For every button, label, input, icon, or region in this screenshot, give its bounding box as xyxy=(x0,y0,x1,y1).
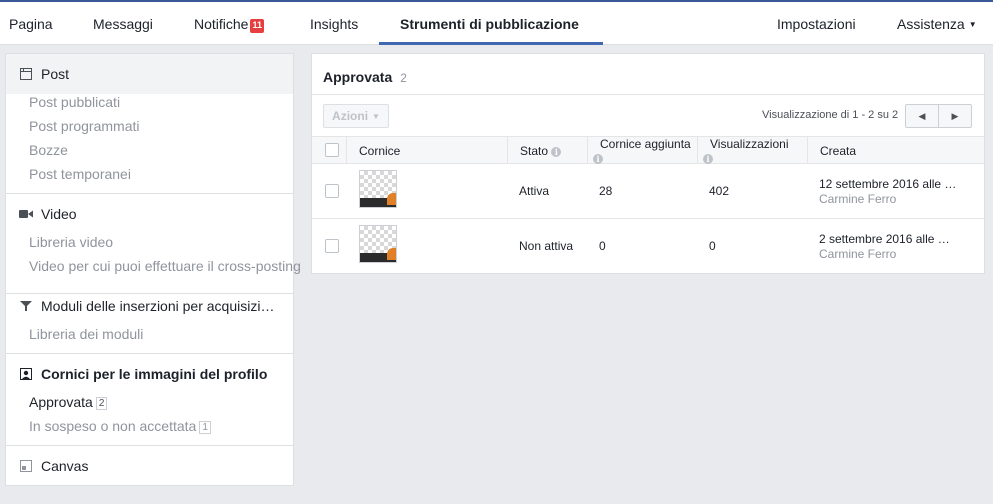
sidebar-moduli-label: Moduli delle inserzioni per acquisizi… xyxy=(41,298,275,314)
table-header: Cornice Stato i Cornice aggiunta i Visua… xyxy=(312,136,984,164)
sidebar-item-approvata[interactable]: Approvata 2 xyxy=(29,394,108,410)
column-header-stato[interactable]: Stato i xyxy=(507,137,587,164)
row-creata-date: 12 settembre 2016 alle … xyxy=(819,177,957,191)
canvas-icon xyxy=(19,459,33,473)
top-nav: Pagina Messaggi Notifiche 11 Insights Str… xyxy=(0,0,993,45)
row-creata-author[interactable]: Carmine Ferro xyxy=(819,192,896,206)
sidebar-item-video[interactable]: Video xyxy=(6,194,293,234)
notification-count-badge: 11 xyxy=(250,19,264,33)
row-cornice-aggiunta: 0 xyxy=(599,239,606,253)
sidebar-item-video-cross-posting[interactable]: Video per cui puoi effettuare il cross-p… xyxy=(29,258,301,274)
sidebar-section-moduli: Moduli delle inserzioni per acquisizi… L… xyxy=(6,294,293,354)
sidebar-item-cornici[interactable]: Cornici per le immagini del profilo xyxy=(6,354,293,394)
actions-label: Azioni xyxy=(332,109,369,123)
panel-title: Approvata 2 xyxy=(323,69,407,85)
info-icon[interactable]: i xyxy=(703,154,713,164)
nav-insights[interactable]: Insights xyxy=(310,16,358,32)
row-visualizzazioni: 0 xyxy=(709,239,716,253)
row-creata-author[interactable]: Carmine Ferro xyxy=(819,247,896,261)
frame-thumbnail[interactable] xyxy=(359,170,397,208)
post-icon xyxy=(19,67,33,81)
actions-dropdown-button[interactable]: Azioni ▼ xyxy=(323,104,389,128)
info-icon[interactable]: i xyxy=(551,147,562,157)
sidebar-item-canvas[interactable]: Canvas xyxy=(6,446,293,486)
column-header-creata[interactable]: Creata xyxy=(807,137,984,164)
select-all-checkbox[interactable] xyxy=(325,143,339,157)
sidebar-item-libreria-video[interactable]: Libreria video xyxy=(29,234,113,250)
sidebar-section-cornici: Cornici per le immagini del profilo Appr… xyxy=(6,354,293,446)
profile-frame-icon xyxy=(19,367,33,381)
sidebar-post-label: Post xyxy=(41,66,70,82)
column-header-cornice[interactable]: Cornice xyxy=(346,137,507,164)
sidebar-item-moduli[interactable]: Moduli delle inserzioni per acquisizi… xyxy=(6,286,293,326)
sidebar-sospeso-label: In sospeso o non accettata xyxy=(29,418,197,434)
sidebar-item-post-temporanei[interactable]: Post temporanei xyxy=(29,166,131,182)
table-row: Attiva 28 402 12 settembre 2016 alle … C… xyxy=(312,164,984,219)
next-page-button[interactable]: ▶ xyxy=(938,104,972,128)
funnel-icon xyxy=(19,299,33,313)
column-cornice-label: Cornice xyxy=(359,144,401,158)
caret-down-icon: ▼ xyxy=(968,20,977,29)
sidebar-approvata-label: Approvata xyxy=(29,394,93,410)
column-creata-label: Creata xyxy=(820,144,857,158)
nav-assistenza-label: Assistenza xyxy=(897,16,965,32)
sospeso-count-badge: 1 xyxy=(199,421,211,434)
nav-strumenti-pubblicazione[interactable]: Strumenti di pubblicazione xyxy=(400,16,579,32)
previous-page-button[interactable]: ◀ xyxy=(905,104,939,128)
column-header-visualizzazioni[interactable]: Visualizzazioni i xyxy=(697,137,807,164)
sidebar-item-post[interactable]: Post xyxy=(6,54,293,94)
nav-notifiche[interactable]: Notifiche 11 xyxy=(194,16,264,33)
table-row: Non attiva 0 0 2 settembre 2016 alle … C… xyxy=(312,219,984,274)
panel-title-label: Approvata xyxy=(323,69,393,85)
sidebar-item-bozze[interactable]: Bozze xyxy=(29,142,68,158)
sidebar: Post Post pubblicati Post programmati Bo… xyxy=(5,53,301,486)
nav-impostazioni[interactable]: Impostazioni xyxy=(777,16,856,32)
chevron-left-icon: ◀ xyxy=(918,110,926,121)
caret-down-icon: ▼ xyxy=(372,111,380,121)
frame-thumbnail[interactable] xyxy=(359,225,397,263)
nav-notifiche-label: Notifiche xyxy=(194,16,249,32)
panel-title-count: 2 xyxy=(400,71,407,85)
sidebar-item-in-sospeso[interactable]: In sospeso o non accettata 1 xyxy=(29,418,211,434)
sidebar-section-post: Post Post pubblicati Post programmati Bo… xyxy=(6,54,293,194)
sidebar-cornici-label: Cornici per le immagini del profilo xyxy=(41,366,268,382)
column-visualizzazioni-label: Visualizzazioni xyxy=(710,137,789,151)
row-checkbox[interactable] xyxy=(325,184,339,198)
video-camera-icon xyxy=(19,207,33,221)
row-stato: Non attiva xyxy=(519,239,574,253)
sidebar-video-label: Video xyxy=(41,206,77,222)
pagination-text: Visualizzazione di 1 - 2 su 2 xyxy=(762,109,899,121)
column-stato-label: Stato i xyxy=(520,144,562,158)
nav-assistenza[interactable]: Assistenza ▼ xyxy=(897,16,977,32)
row-creata-date: 2 settembre 2016 alle … xyxy=(819,232,950,246)
row-stato: Attiva xyxy=(519,184,550,198)
frames-panel: Approvata 2 Azioni ▼ Visualizzazione di 1… xyxy=(311,53,985,274)
divider xyxy=(312,94,984,95)
sidebar-item-post-programmati[interactable]: Post programmati xyxy=(29,118,139,134)
sidebar-section-video: Video Libreria video Video per cui puoi … xyxy=(6,194,301,294)
active-tab-indicator xyxy=(379,42,603,45)
row-visualizzazioni: 402 xyxy=(709,184,730,198)
row-checkbox[interactable] xyxy=(325,239,339,253)
column-header-cornice-aggiunta[interactable]: Cornice aggiunta i xyxy=(587,137,697,164)
column-aggiunta-label: Cornice aggiunta xyxy=(600,137,691,151)
info-icon[interactable]: i xyxy=(593,154,603,164)
nav-pagina[interactable]: Pagina xyxy=(9,16,53,32)
chevron-right-icon: ▶ xyxy=(951,110,959,121)
row-cornice-aggiunta: 28 xyxy=(599,184,613,198)
sidebar-item-libreria-moduli[interactable]: Libreria dei moduli xyxy=(29,326,143,342)
approvata-count-badge: 2 xyxy=(95,397,108,410)
sidebar-canvas-label: Canvas xyxy=(41,458,89,474)
nav-messaggi[interactable]: Messaggi xyxy=(93,16,153,32)
sidebar-item-post-pubblicati[interactable]: Post pubblicati xyxy=(29,94,120,110)
